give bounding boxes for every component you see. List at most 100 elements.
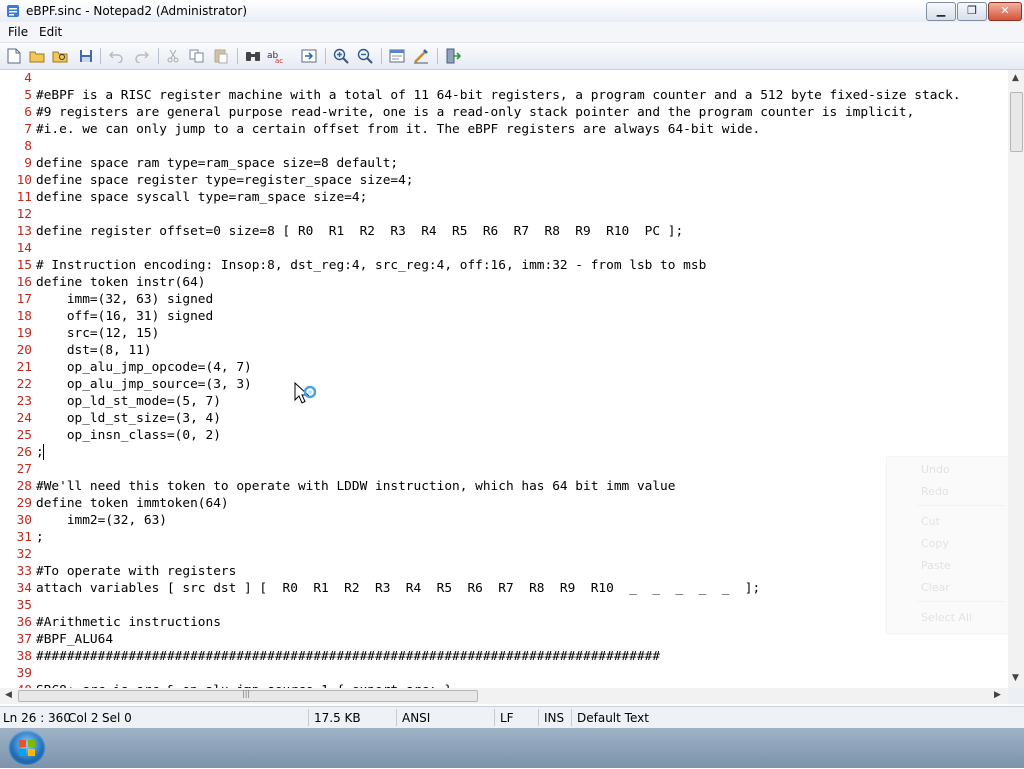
zoom-out-button[interactable]: [356, 47, 374, 65]
vertical-scrollbar[interactable]: ▲ ▼: [1008, 70, 1024, 688]
code-text[interactable]: ;: [36, 529, 44, 546]
code-text[interactable]: #Arithmetic instructions: [36, 614, 221, 631]
code-text[interactable]: op_alu_jmp_source=(3, 3): [36, 376, 252, 393]
code-text[interactable]: #9 registers are general purpose read-wr…: [36, 104, 914, 121]
code-line[interactable]: 18 off=(16, 31) signed: [0, 308, 1008, 325]
code-text[interactable]: define space syscall type=ram_space size…: [36, 189, 367, 206]
code-text[interactable]: op_insn_class=(0, 2): [36, 427, 221, 444]
browse-button[interactable]: [51, 47, 69, 65]
code-text[interactable]: #i.e. we can only jump to a certain offs…: [36, 121, 760, 138]
code-line[interactable]: 9 define space ram type=ram_space size=8 …: [0, 155, 1008, 172]
code-text[interactable]: #To operate with registers: [36, 563, 236, 580]
code-line[interactable]: 20 dst=(8, 11): [0, 342, 1008, 359]
code-line[interactable]: 35: [0, 597, 1008, 614]
horizontal-scrollbar[interactable]: ◀ ||| ▶: [0, 688, 1008, 704]
code-text[interactable]: src=(12, 15): [36, 325, 159, 342]
scroll-right-arrow-icon[interactable]: ▶: [994, 690, 1001, 700]
code-line[interactable]: 16 define token instr(64): [0, 274, 1008, 291]
code-line[interactable]: 6 #9 registers are general purpose read-w…: [0, 104, 1008, 121]
code-line[interactable]: 27: [0, 461, 1008, 478]
scroll-left-arrow-icon[interactable]: ◀: [5, 690, 12, 700]
code-line[interactable]: 26;: [0, 444, 1008, 461]
new-file-button[interactable]: [5, 47, 23, 65]
code-line[interactable]: 31;: [0, 529, 1008, 546]
code-text[interactable]: define space ram type=ram_space size=8 d…: [36, 155, 398, 172]
zoom-in-button[interactable]: [332, 47, 350, 65]
code-line[interactable]: 15 # Instruction encoding: Insop:8, dst_r…: [0, 257, 1008, 274]
code-text[interactable]: define register offset=0 size=8 [ R0 R1 …: [36, 223, 683, 240]
code-text[interactable]: imm=(32, 63) signed: [36, 291, 213, 308]
code-line[interactable]: 25 op_insn_class=(0, 2): [0, 427, 1008, 444]
text-editor[interactable]: 4 5 #eBPF is a RISC register machine with …: [0, 70, 1008, 688]
code-text[interactable]: op_ld_st_size=(3, 4): [36, 410, 221, 427]
paste-button[interactable]: [212, 47, 230, 65]
status-line-ending[interactable]: LF: [500, 711, 514, 725]
code-line[interactable]: 13 define register offset=0 size=8 [ R0 R…: [0, 223, 1008, 240]
scroll-down-arrow-icon[interactable]: ▼: [1012, 673, 1019, 683]
code-text[interactable]: imm2=(32, 63): [36, 512, 167, 529]
code-line[interactable]: 38 ######################################…: [0, 648, 1008, 665]
code-text[interactable]: ########################################…: [36, 648, 660, 665]
goto-button[interactable]: [300, 47, 318, 65]
code-line[interactable]: 24 op_ld_st_size=(3, 4): [0, 410, 1008, 427]
code-text[interactable]: op_ld_st_mode=(5, 7): [36, 393, 221, 410]
code-text[interactable]: op_alu_jmp_opcode=(4, 7): [36, 359, 252, 376]
code-text[interactable]: #We'll need this token to operate with L…: [36, 478, 675, 495]
maximize-button[interactable]: ❐: [957, 2, 987, 21]
vertical-scroll-thumb[interactable]: [1010, 92, 1023, 152]
undo-button[interactable]: [107, 47, 125, 65]
settings-button[interactable]: [412, 47, 430, 65]
code-line[interactable]: 5 #eBPF is a RISC register machine with a…: [0, 87, 1008, 104]
redo-button[interactable]: [133, 47, 151, 65]
code-text[interactable]: dst=(8, 11): [36, 342, 152, 359]
view-options-button[interactable]: [388, 47, 406, 65]
cut-button[interactable]: [164, 47, 182, 65]
find-button[interactable]: [244, 47, 262, 65]
code-line[interactable]: 39: [0, 665, 1008, 682]
code-line[interactable]: 14: [0, 240, 1008, 257]
code-line[interactable]: 7 #i.e. we can only jump to a certain off…: [0, 121, 1008, 138]
code-text[interactable]: #eBPF is a RISC register machine with a …: [36, 87, 961, 104]
code-text[interactable]: off=(16, 31) signed: [36, 308, 213, 325]
exit-button[interactable]: [444, 47, 462, 65]
code-line[interactable]: 19 src=(12, 15): [0, 325, 1008, 342]
code-line[interactable]: 34 attach variables [ src dst ] [ R0 R1 R…: [0, 580, 1008, 597]
code-line[interactable]: 10 define space register type=register_sp…: [0, 172, 1008, 189]
minimize-button[interactable]: ▁: [926, 2, 956, 21]
open-folder-icon: [29, 51, 45, 63]
close-button[interactable]: ✕: [988, 2, 1022, 21]
code-line[interactable]: 32: [0, 546, 1008, 563]
code-line[interactable]: 33 #To operate with registers: [0, 563, 1008, 580]
menu-edit[interactable]: Edit: [39, 25, 62, 39]
code-line[interactable]: 29 define token immtoken(64): [0, 495, 1008, 512]
code-line[interactable]: 37 #BPF_ALU64: [0, 631, 1008, 648]
status-encoding[interactable]: ANSI: [402, 711, 430, 725]
code-text[interactable]: attach variables [ src dst ] [ R0 R1 R2 …: [36, 580, 760, 597]
code-line[interactable]: 22 op_alu_jmp_source=(3, 3): [0, 376, 1008, 393]
copy-button[interactable]: [188, 47, 206, 65]
menu-file[interactable]: File: [8, 25, 28, 39]
code-line[interactable]: 12: [0, 206, 1008, 223]
code-line[interactable]: 21 op_alu_jmp_opcode=(4, 7): [0, 359, 1008, 376]
code-line[interactable]: 23 op_ld_st_mode=(5, 7): [0, 393, 1008, 410]
code-line[interactable]: 8: [0, 138, 1008, 155]
code-line[interactable]: 30 imm2=(32, 63): [0, 512, 1008, 529]
scroll-up-arrow-icon[interactable]: ▲: [1012, 73, 1019, 83]
open-button[interactable]: [28, 47, 46, 65]
save-button[interactable]: [77, 47, 95, 65]
code-line[interactable]: 17 imm=(32, 63) signed: [0, 291, 1008, 308]
code-text[interactable]: define token immtoken(64): [36, 495, 229, 512]
line-number: 5: [24, 88, 32, 103]
start-button[interactable]: [8, 730, 46, 766]
status-insert-mode[interactable]: INS: [544, 711, 564, 725]
code-line[interactable]: 4: [0, 70, 1008, 87]
code-text[interactable]: define space register type=register_spac…: [36, 172, 414, 189]
status-scheme[interactable]: Default Text: [577, 711, 649, 725]
code-line[interactable]: 28 #We'll need this token to operate with…: [0, 478, 1008, 495]
code-text[interactable]: # Instruction encoding: Insop:8, dst_reg…: [36, 257, 706, 274]
code-text[interactable]: define token instr(64): [36, 274, 206, 291]
code-line[interactable]: 11 define space syscall type=ram_space si…: [0, 189, 1008, 206]
code-line[interactable]: 36 #Arithmetic instructions: [0, 614, 1008, 631]
replace-button[interactable]: ab ac: [267, 47, 285, 65]
code-text[interactable]: #BPF_ALU64: [36, 631, 113, 648]
